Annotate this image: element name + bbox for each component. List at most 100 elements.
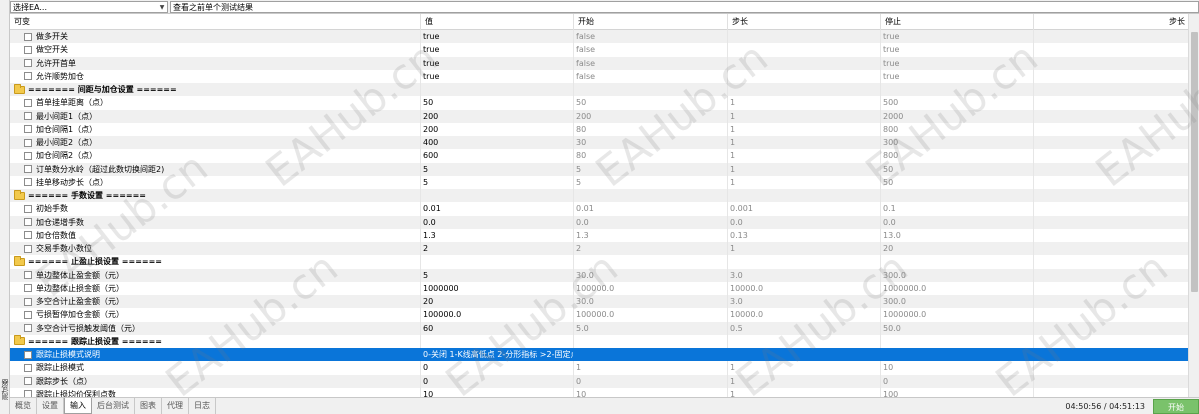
start-cell[interactable]: false: [574, 56, 728, 70]
table-row[interactable]: 最小间距1（点） 200 200 1 2000: [10, 109, 1188, 123]
start-cell[interactable]: 100000.0: [574, 281, 728, 295]
parameter-checkbox[interactable]: [24, 59, 32, 68]
parameter-checkbox[interactable]: [24, 231, 32, 240]
step-cell[interactable]: 1: [728, 136, 881, 150]
parameter-checkbox[interactable]: [24, 350, 32, 359]
ea-select-combo[interactable]: 选择EA... ▼: [10, 1, 168, 13]
header-step-2[interactable]: 步长: [1034, 14, 1188, 30]
table-row[interactable]: 做多开关 true false true: [10, 30, 1188, 44]
start-cell[interactable]: false: [574, 43, 728, 57]
value-cell[interactable]: 50: [421, 96, 574, 110]
chevron-down-icon[interactable]: ▼: [157, 4, 167, 11]
stop-cell[interactable]: 1000000.0: [881, 308, 1034, 322]
table-row[interactable]: 跟踪止损模式 0 1 1 10: [10, 361, 1188, 375]
start-cell[interactable]: 30: [574, 136, 728, 150]
start-cell[interactable]: 0: [574, 374, 728, 388]
parameter-checkbox[interactable]: [24, 112, 32, 121]
step-cell[interactable]: 1: [728, 162, 881, 176]
stop-cell[interactable]: true: [881, 43, 1034, 57]
value-cell[interactable]: 1000000: [421, 281, 574, 295]
table-row[interactable]: 亏损暂停加仓金额（元） 100000.0 100000.0 10000.0 100000…: [10, 308, 1188, 322]
stop-cell[interactable]: 13.0: [881, 228, 1034, 242]
value-cell[interactable]: true: [421, 56, 574, 70]
header-value[interactable]: 值: [421, 14, 574, 30]
value-cell[interactable]: true: [421, 30, 574, 44]
value-cell[interactable]: 0: [421, 374, 574, 388]
step-cell[interactable]: 1: [728, 361, 881, 375]
value-cell[interactable]: 5: [421, 162, 574, 176]
table-row[interactable]: 加仓间隔1（点） 200 80 1 800: [10, 122, 1188, 136]
step-cell[interactable]: 10000.0: [728, 308, 881, 322]
table-row[interactable]: 最小间距2（点） 400 30 1 300: [10, 136, 1188, 150]
parameter-checkbox[interactable]: [24, 297, 32, 306]
stop-cell[interactable]: 300.0: [881, 295, 1034, 309]
step-cell[interactable]: 1: [728, 374, 881, 388]
parameter-checkbox[interactable]: [24, 310, 32, 319]
start-cell[interactable]: 80: [574, 149, 728, 163]
step-cell[interactable]: [728, 348, 881, 362]
parameter-checkbox[interactable]: [24, 244, 32, 253]
tab-2[interactable]: 输入: [64, 398, 92, 414]
stop-cell[interactable]: 10: [881, 361, 1034, 375]
parameter-checkbox[interactable]: [24, 284, 32, 293]
step-cell[interactable]: [728, 43, 881, 57]
table-row[interactable]: 允许开首单 true false true: [10, 56, 1188, 70]
stop-cell[interactable]: [881, 348, 1034, 362]
parameter-checkbox[interactable]: [24, 72, 32, 81]
table-row[interactable]: 多空合计止盈金额（元） 20 30.0 3.0 300.0: [10, 295, 1188, 309]
start-button[interactable]: 开始: [1153, 398, 1199, 414]
parameter-checkbox[interactable]: [24, 151, 32, 160]
header-variable[interactable]: 可变: [10, 14, 421, 30]
start-cell[interactable]: 200: [574, 109, 728, 123]
parameter-checkbox[interactable]: [24, 390, 32, 397]
step-cell[interactable]: [728, 56, 881, 70]
table-row[interactable]: 跟踪止损均价保利点数 10 10 1 100: [10, 387, 1188, 397]
tab-5[interactable]: 代理: [162, 398, 189, 414]
table-row[interactable]: 订单数分水岭（超过此数切换间距2) 5 5 1 50: [10, 162, 1188, 176]
value-cell[interactable]: 200: [421, 109, 574, 123]
header-start[interactable]: 开始: [574, 14, 728, 30]
table-row[interactable]: 单边整体止损金额（元） 1000000 100000.0 10000.0 1000000…: [10, 281, 1188, 295]
test-mode-combo[interactable]: 查看之前单个测试结果: [170, 1, 1199, 13]
start-cell[interactable]: 30.0: [574, 295, 728, 309]
step-cell[interactable]: 10000.0: [728, 281, 881, 295]
start-cell[interactable]: 5: [574, 162, 728, 176]
step-cell[interactable]: 1: [728, 96, 881, 110]
group-row[interactable]: ====== 跟踪止损设置 ======: [10, 334, 1188, 348]
start-cell[interactable]: [574, 348, 728, 362]
start-cell[interactable]: 30.0: [574, 268, 728, 282]
step-cell[interactable]: 0.13: [728, 228, 881, 242]
stop-cell[interactable]: true: [881, 30, 1034, 44]
stop-cell[interactable]: 300: [881, 136, 1034, 150]
parameter-checkbox[interactable]: [24, 204, 32, 213]
value-cell[interactable]: 0.01: [421, 202, 574, 216]
tab-1[interactable]: 设置: [37, 398, 64, 414]
start-cell[interactable]: 2: [574, 242, 728, 256]
value-cell[interactable]: true: [421, 69, 574, 83]
header-step[interactable]: 步长: [728, 14, 881, 30]
parameter-checkbox[interactable]: [24, 138, 32, 147]
value-cell[interactable]: 60: [421, 321, 574, 335]
step-cell[interactable]: 3.0: [728, 268, 881, 282]
parameter-checkbox[interactable]: [24, 165, 32, 174]
value-cell[interactable]: 1.3: [421, 228, 574, 242]
parameter-checkbox[interactable]: [24, 218, 32, 227]
value-cell[interactable]: 600: [421, 149, 574, 163]
tab-3[interactable]: 后台测试: [92, 398, 135, 414]
table-row[interactable]: 做空开关 true false true: [10, 43, 1188, 57]
value-cell[interactable]: 200: [421, 122, 574, 136]
value-cell[interactable]: 0-关闭 1-K线高低点 2-分形指标 >2-固定点数: [421, 348, 574, 362]
start-cell[interactable]: false: [574, 69, 728, 83]
scrollbar-thumb[interactable]: [1191, 32, 1198, 292]
parameter-checkbox[interactable]: [24, 377, 32, 386]
parameter-checkbox[interactable]: [24, 45, 32, 54]
start-cell[interactable]: 100000.0: [574, 308, 728, 322]
tab-4[interactable]: 图表: [135, 398, 162, 414]
start-cell[interactable]: 5.0: [574, 321, 728, 335]
table-row[interactable]: 跟踪步长（点） 0 0 1 0: [10, 374, 1188, 388]
step-cell[interactable]: 1: [728, 122, 881, 136]
start-cell[interactable]: 50: [574, 96, 728, 110]
stop-cell[interactable]: 50: [881, 175, 1034, 189]
table-row[interactable]: 单边整体止盈金额（元） 5 30.0 3.0 300.0: [10, 268, 1188, 282]
parameter-checkbox[interactable]: [24, 32, 32, 41]
